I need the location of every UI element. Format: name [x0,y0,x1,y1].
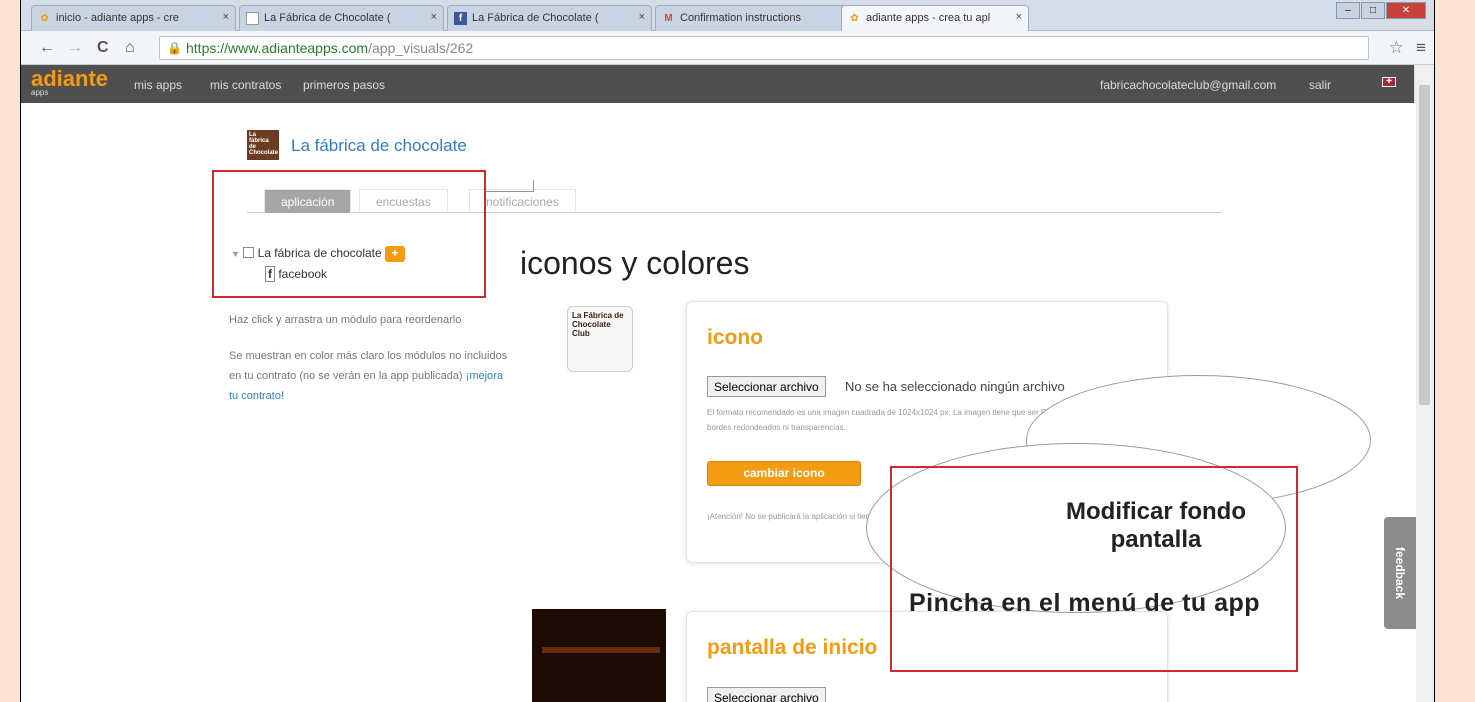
app-title[interactable]: La fábrica de chocolate [291,136,467,156]
tab-label: adiante apps - crea tu apl [866,12,991,24]
annotation-connector [486,180,534,192]
browser-tab-4[interactable]: M Confirmation instructions × [655,5,860,31]
callout-title: Modificar fondo pantalla [1066,498,1246,553]
app-icon: La fábrica de Chocolate [247,130,279,160]
page-favicon-icon [246,12,259,25]
adiante-favicon-icon: ✿ [850,13,859,24]
browser-tab-2[interactable]: La Fábrica de Chocolate ( × [239,5,444,31]
app-icon-preview: La Fábrica de Chocolate Club [567,306,633,372]
splash-preview-glow [542,647,660,653]
contract-hint: Se muestran en color más claro los módul… [229,346,509,406]
bookmark-star-icon[interactable]: ☆ [1389,38,1404,58]
nav-mis-apps[interactable]: mis apps [134,78,182,92]
nav-mis-contratos[interactable]: mis contratos [210,78,281,92]
language-flag-icon[interactable]: ✚ [1382,77,1396,87]
icon-card-title: icono [707,326,763,349]
browser-tab-3[interactable]: f La Fábrica de Chocolate ( × [447,5,652,31]
back-icon[interactable]: ← [39,39,55,57]
page-scrollbar[interactable] [1414,65,1434,702]
splash-preview [532,609,666,702]
gmail-favicon-icon: M [664,13,673,24]
browser-menu-icon[interactable]: ≡ [1416,38,1426,58]
scrollbar-thumb[interactable] [1419,85,1430,405]
adiante-logo[interactable]: adiante apps [31,68,108,97]
user-email[interactable]: fabricachocolateclub@gmail.com [1100,78,1276,92]
forward-icon[interactable]: → [67,39,83,57]
tab-label: Confirmation instructions [680,12,802,24]
home-icon[interactable]: ⌂ [125,39,135,57]
window-close-icon[interactable]: ✕ [1386,2,1426,19]
lock-icon: 🔒 [167,41,182,55]
reorder-hint: Haz click y arrastra un módulo para reor… [229,314,462,326]
maximize-icon[interactable]: □ [1361,2,1385,19]
change-icon-button[interactable]: cambiar icono [707,461,861,486]
browser-tab-bar: ✿ inicio - adiante apps - cre × La Fábri… [21,0,1434,31]
nav-primeros-pasos[interactable]: primeros pasos [303,78,385,92]
close-tab-icon[interactable]: × [639,11,645,23]
highlight-box-tree [212,170,486,298]
close-tab-icon[interactable]: × [1016,11,1022,23]
highlight-box-callout [890,466,1298,672]
window-controls: – □ ✕ [1336,2,1426,19]
app-header: adiante apps mis apps mis contratos prim… [21,65,1416,103]
url-host: https://www.adianteapps.com [186,40,369,56]
callout-body: Pincha en el menú de tu app [909,589,1261,617]
facebook-favicon-icon: f [454,12,467,25]
section-title: iconos y colores [520,245,750,281]
browser-tab-1[interactable]: ✿ inicio - adiante apps - cre × [31,5,236,31]
minimize-icon[interactable]: – [1336,2,1360,19]
adiante-favicon-icon: ✿ [40,13,49,24]
help-text: Haz click y arrastra un módulo para reor… [229,310,509,406]
tab-label: La Fábrica de Chocolate ( [472,12,599,24]
url-path: /app_visuals/262 [368,40,474,56]
select-file-button[interactable]: Seleccionar archivo [707,376,826,397]
tab-label: La Fábrica de Chocolate ( [264,12,391,24]
logout-link[interactable]: salir [1309,78,1331,92]
browser-toolbar: ← → C ⌂ 🔒 https://www.adianteapps.com/ap… [21,31,1434,65]
screen-frame: ✿ inicio - adiante apps - cre × La Fábri… [20,0,1435,702]
reload-icon[interactable]: C [97,39,109,57]
browser-tab-5-active[interactable]: ✿ adiante apps - crea tu apl × [841,5,1029,31]
address-bar[interactable]: 🔒 https://www.adianteapps.com/app_visual… [159,36,1369,60]
close-tab-icon[interactable]: × [223,11,229,23]
close-tab-icon[interactable]: × [431,11,437,23]
tab-label: inicio - adiante apps - cre [56,12,179,24]
select-splash-file-button[interactable]: Seleccionar archivo [707,687,826,702]
